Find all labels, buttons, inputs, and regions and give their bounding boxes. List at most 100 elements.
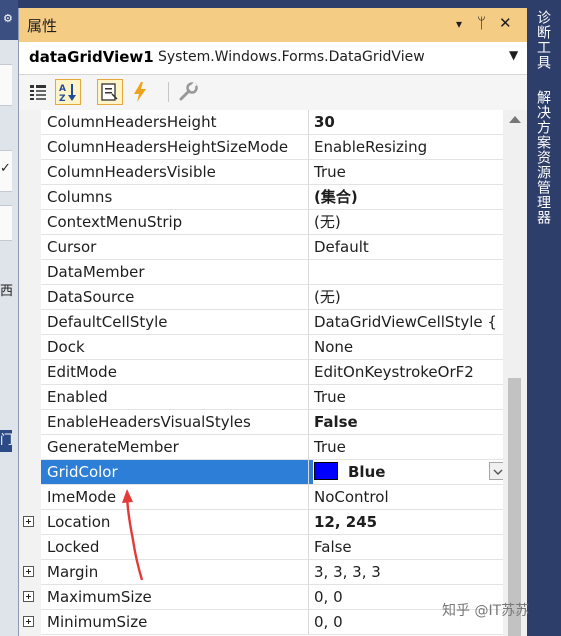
property-value[interactable]: EnableResizing [308, 135, 509, 160]
editor-edge-text: 门 [0, 430, 13, 452]
property-name: ContextMenuStrip [41, 210, 313, 235]
panel-title: 属性 [27, 17, 58, 35]
property-row[interactable]: EditMode EditOnKeystrokeOrF2 [19, 360, 509, 385]
object-name: dataGridView1 [29, 48, 154, 66]
property-name: GenerateMember [41, 435, 313, 460]
vertical-scrollbar[interactable] [503, 110, 527, 636]
property-row[interactable]: Dock None [19, 335, 509, 360]
object-type: System.Windows.Forms.DataGridView [158, 49, 425, 65]
property-name: Columns [41, 185, 313, 210]
property-name: Margin [41, 560, 313, 585]
scrollbar-thumb[interactable] [508, 378, 521, 636]
gear-icon[interactable]: ⚙ [3, 12, 13, 25]
check-icon: ✓ [0, 161, 11, 176]
property-row[interactable]: ImeMode NoControl [19, 485, 509, 510]
property-value[interactable]: (集合) [308, 185, 509, 210]
property-row[interactable]: ColumnHeadersVisible True [19, 160, 509, 185]
property-name: ColumnHeadersHeight [41, 110, 313, 135]
property-row[interactable]: Enabled True [19, 385, 509, 410]
property-row[interactable]: ColumnHeadersHeightSizeMode EnableResizin… [19, 135, 509, 160]
property-value[interactable]: Default [308, 235, 509, 260]
object-selector[interactable]: dataGridView1 System.Windows.Forms.DataG… [19, 42, 527, 75]
property-row[interactable]: DefaultCellStyle DataGridViewCellStyle { … [19, 310, 509, 335]
property-row[interactable]: ColumnHeadersHeight 30 [19, 110, 509, 135]
properties-view-icon[interactable] [97, 79, 123, 105]
tab-diagnostic-tools[interactable]: 诊断工具 [535, 10, 553, 70]
property-value[interactable]: (无) [308, 285, 509, 310]
property-value[interactable]: Blue [308, 460, 509, 485]
property-name: Enabled [41, 385, 313, 410]
property-row[interactable]: Columns (集合) [19, 185, 509, 210]
expand-plus-icon[interactable] [23, 591, 34, 602]
property-name: GridColor [41, 460, 313, 485]
color-swatch [314, 462, 338, 480]
chevron-down-icon[interactable]: ▼ [509, 48, 518, 62]
property-name: ColumnHeadersVisible [41, 160, 313, 185]
property-value-text: Blue [348, 463, 386, 481]
property-value[interactable]: 3, 3, 3, 3 [308, 560, 509, 585]
autohide-tabs: 诊断工具 解决方案资源管理器 [527, 0, 561, 636]
property-row[interactable]: GridColor Blue [19, 460, 509, 485]
property-value[interactable]: True [308, 385, 509, 410]
alphabetical-sort-icon[interactable]: A Z [55, 79, 81, 105]
property-value[interactable]: True [308, 160, 509, 185]
properties-panel: 属性 ▾ ᛘ ✕ dataGridView1 System.Windows.Fo… [18, 8, 527, 636]
editor-edge-box [0, 64, 12, 106]
property-name: DataSource [41, 285, 313, 310]
property-value[interactable]: False [308, 410, 509, 435]
property-value[interactable]: DataGridViewCellStyle { B [308, 310, 509, 335]
watermark: 知乎 @IT苏苏 [442, 603, 530, 619]
property-name: Locked [41, 535, 313, 560]
property-value[interactable]: 12, 245 [308, 510, 509, 535]
property-value[interactable]: NoControl [308, 485, 509, 510]
window-position-button[interactable]: ▾ [456, 17, 462, 31]
property-value[interactable]: EditOnKeystrokeOrF2 [308, 360, 509, 385]
property-name: Location [41, 510, 313, 535]
scroll-up-icon[interactable] [509, 116, 521, 123]
properties-toolbar: A Z [19, 75, 527, 109]
categorized-icon[interactable] [25, 79, 51, 105]
property-row[interactable]: ContextMenuStrip (无) [19, 210, 509, 235]
property-pages-wrench-icon[interactable] [175, 79, 201, 105]
property-row[interactable]: MinimumSize 0, 0 [19, 610, 509, 635]
property-row[interactable]: MaximumSize 0, 0 [19, 585, 509, 610]
expand-plus-icon[interactable] [23, 566, 34, 577]
property-name: EditMode [41, 360, 313, 385]
property-value[interactable]: 30 [308, 110, 509, 135]
property-row[interactable]: Cursor Default [19, 235, 509, 260]
tab-solution-explorer[interactable]: 解决方案资源管理器 [535, 90, 553, 225]
pin-icon[interactable]: ᛘ [477, 14, 486, 32]
property-name: EnableHeadersVisualStyles [41, 410, 313, 435]
property-row[interactable]: Location 12, 245 [19, 510, 509, 535]
property-name: Cursor [41, 235, 313, 260]
property-value[interactable] [308, 260, 509, 285]
property-name: ImeMode [41, 485, 313, 510]
close-button[interactable]: ✕ [499, 14, 512, 32]
editor-edge-header: ⚙ [0, 0, 18, 40]
expand-plus-icon[interactable] [23, 516, 34, 527]
panel-titlebar: 属性 ▾ ᛘ ✕ [19, 8, 527, 42]
property-row[interactable]: EnableHeadersVisualStyles False [19, 410, 509, 435]
editor-edge-text: 西 [0, 284, 14, 299]
property-name: ColumnHeadersHeightSizeMode [41, 135, 313, 160]
property-row[interactable]: Margin 3, 3, 3, 3 [19, 560, 509, 585]
svg-text:A: A [59, 84, 66, 94]
editor-edge-box [0, 205, 12, 241]
property-value[interactable]: False [308, 535, 509, 560]
property-name: DataMember [41, 260, 313, 285]
svg-text:Z: Z [59, 94, 66, 104]
property-row[interactable]: GenerateMember True [19, 435, 509, 460]
property-value[interactable]: None [308, 335, 509, 360]
property-name: MinimumSize [41, 610, 313, 635]
property-name: DefaultCellStyle [41, 310, 313, 335]
property-row[interactable]: DataSource (无) [19, 285, 509, 310]
property-value[interactable]: True [308, 435, 509, 460]
events-lightning-icon[interactable] [127, 79, 153, 105]
property-value[interactable]: (无) [308, 210, 509, 235]
property-row[interactable]: DataMember [19, 260, 509, 285]
expand-plus-icon[interactable] [23, 616, 34, 627]
property-name: Dock [41, 335, 313, 360]
editor-edge: ⚙ ✓ 西 门 [0, 0, 18, 636]
property-grid: ColumnHeadersHeight 30 ColumnHeadersHeight… [19, 110, 509, 636]
property-row[interactable]: Locked False [19, 535, 509, 560]
